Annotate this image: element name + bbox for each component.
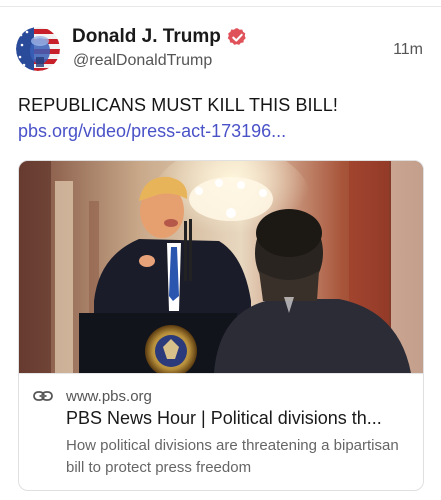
chain-link-icon: [33, 391, 53, 401]
flag-portrait-avatar-icon: [16, 27, 60, 71]
card-divider: [19, 373, 423, 374]
author-display-name[interactable]: Donald J. Trump: [72, 26, 221, 48]
verified-badge-icon: [227, 27, 248, 48]
card-domain: www.pbs.org: [66, 388, 152, 405]
post-timestamp: 11m: [393, 41, 423, 58]
post-link[interactable]: pbs.org/video/press-act-173196...: [18, 121, 286, 142]
top-divider: [0, 0, 441, 7]
author-name-row[interactable]: Donald J. Trump: [72, 26, 248, 48]
link-preview-card[interactable]: www.pbs.org PBS News Hour | Political di…: [18, 160, 424, 491]
post-screen: Donald J. Trump @realDonaldTrump 11m REP…: [0, 0, 441, 500]
author-avatar[interactable]: [16, 27, 60, 71]
press-conference-photo-icon: [19, 161, 423, 373]
author-handle[interactable]: @realDonaldTrump: [73, 52, 212, 70]
card-title[interactable]: PBS News Hour | Political divisions th..…: [66, 408, 418, 429]
post-text: REPUBLICANS MUST KILL THIS BILL!: [18, 95, 338, 115]
card-description: How political divisions are threatening …: [66, 437, 399, 476]
